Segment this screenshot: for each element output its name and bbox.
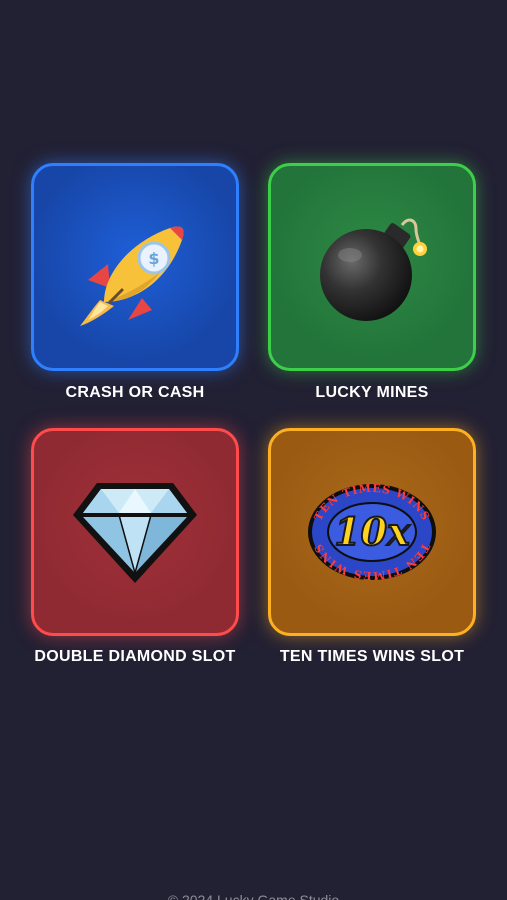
ten-times-wins-slot-tile[interactable]: TEN TIMES WINS TEN TIMES WINS 10x (268, 428, 476, 636)
game-lobby-screen: $ CRASH OR CASH LUCKY MINES DOUBLE DIAMO… (0, 0, 507, 900)
lucky-mines-tile[interactable] (268, 163, 476, 371)
ten-times-wins-logo: TEN TIMES WINS TEN TIMES WINS 10x (308, 482, 436, 582)
ten-times-wins-slot-label: TEN TIMES WINS SLOT (279, 648, 465, 665)
diamond-icon (73, 483, 197, 583)
ten-x-text: 10x (334, 509, 411, 554)
crash-or-cash-label: CRASH OR CASH (65, 384, 205, 401)
footer-copyright: © 2024 Lucky Game Studio (167, 892, 340, 900)
double-diamond-slot-label: DOUBLE DIAMOND SLOT (34, 648, 236, 665)
lucky-mines-label: LUCKY MINES (315, 384, 429, 401)
rocket-icon: $ (80, 226, 184, 326)
crash-or-cash-tile[interactable]: $ (31, 163, 239, 371)
double-diamond-slot-tile[interactable] (31, 428, 239, 636)
bomb-icon (320, 218, 427, 321)
svg-text:$: $ (148, 249, 159, 268)
